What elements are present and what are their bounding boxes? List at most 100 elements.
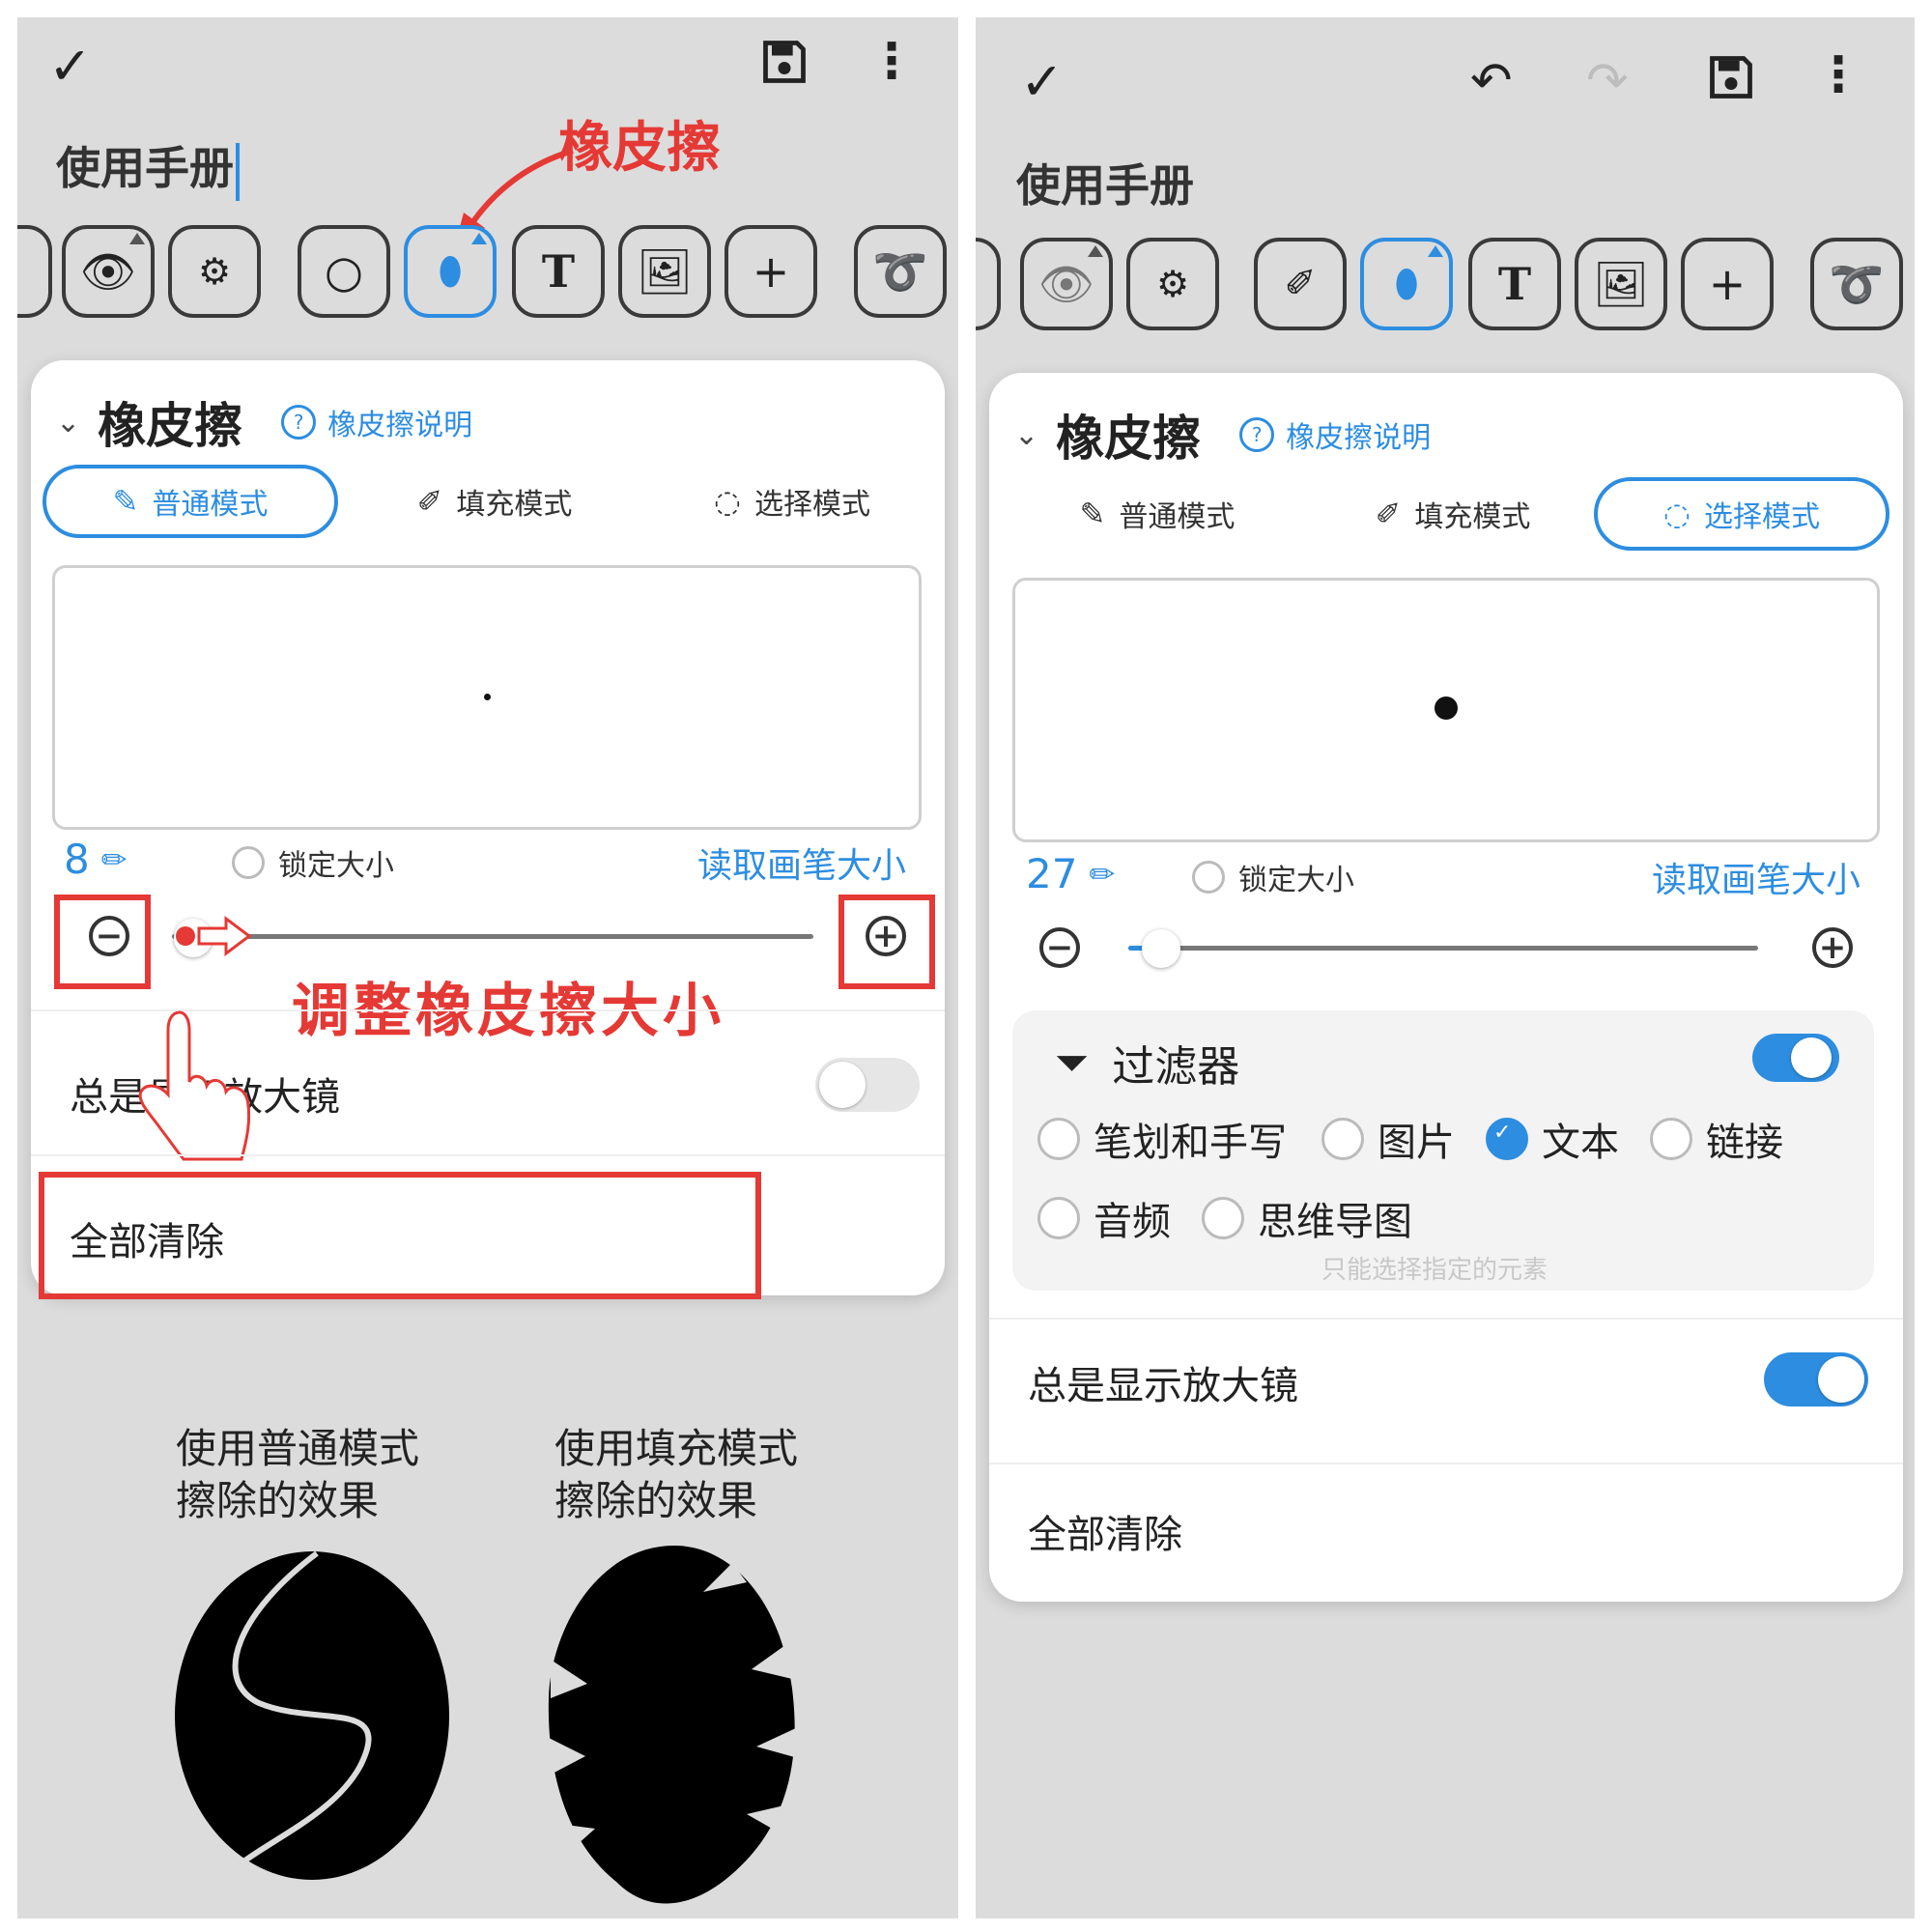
tool-page-settings[interactable]: ⚙: [168, 225, 261, 318]
plus-icon: +: [752, 245, 790, 298]
lock-size[interactable]: 锁定大小: [232, 841, 394, 884]
tool-text[interactable]: T: [1468, 238, 1561, 330]
filter-option-links[interactable]: 链接: [1650, 1111, 1783, 1167]
fill-mode-example: [547, 1546, 798, 1904]
plus-circle-icon[interactable]: +: [1812, 927, 1853, 968]
tool-eraser[interactable]: ⬮: [404, 225, 497, 318]
filter-radio[interactable]: [1037, 1118, 1080, 1160]
mode-select[interactable]: ◌ 选择模式: [647, 465, 937, 538]
magnifier-toggle[interactable]: [1764, 1352, 1868, 1406]
save-icon[interactable]: [759, 37, 810, 96]
size-value[interactable]: 8 ✏: [64, 836, 128, 883]
toggle-knob: [1791, 1037, 1832, 1078]
undo-icon[interactable]: ↶: [1470, 56, 1513, 106]
chevron-down-icon[interactable]: ⌄: [56, 406, 80, 440]
lock-size-label: 锁定大小: [278, 849, 394, 883]
filter-option-strokes[interactable]: 笔划和手写: [1037, 1111, 1287, 1167]
more-icon[interactable]: ⋮: [867, 37, 916, 85]
caption-fill-mode: 使用填充模式 擦除的效果: [554, 1423, 798, 1527]
caption-fill-line2: 擦除的效果: [554, 1477, 758, 1524]
size-slider-track[interactable]: [172, 934, 813, 939]
mode-normal[interactable]: ✎ 普通模式: [43, 465, 338, 538]
size-slider-track[interactable]: [1128, 946, 1758, 951]
redo-icon[interactable]: ↷: [1586, 56, 1629, 106]
tool-lasso[interactable]: ➰: [1810, 238, 1903, 330]
lock-size-radio[interactable]: [232, 846, 265, 879]
toggle-knob: [819, 1062, 866, 1108]
lock-size-radio[interactable]: [1192, 861, 1225, 894]
size-value[interactable]: 27 ✏: [1026, 850, 1115, 897]
panel-header: ⌄ 橡皮擦 ? 橡皮擦说明: [56, 387, 472, 457]
mode-fill[interactable]: ✐ 填充模式: [350, 465, 639, 538]
tool-partial[interactable]: [17, 225, 52, 318]
mode-normal[interactable]: ✎ 普通模式: [1012, 477, 1302, 551]
help-link[interactable]: ? 橡皮擦说明: [1239, 413, 1431, 456]
tool-eye[interactable]: 👁: [62, 225, 155, 318]
fill-eraser-icon: ✐: [416, 483, 443, 520]
filter-radio[interactable]: [1321, 1118, 1364, 1160]
chevron-down-icon[interactable]: ⌄: [1014, 418, 1038, 452]
filter-header: ⏷ 过滤器: [1055, 1032, 1239, 1094]
mode-fill-label: 填充模式: [1414, 500, 1531, 534]
annotation-adjust-size: 调整橡皮擦大小: [292, 978, 724, 1045]
panel-header: ⌄ 橡皮擦 ? 橡皮擦说明: [1014, 400, 1431, 469]
help-link[interactable]: ? 橡皮擦说明: [281, 401, 472, 443]
mode-select[interactable]: ◌ 选择模式: [1594, 477, 1889, 551]
read-pen-size-link[interactable]: 读取画笔大小: [1652, 852, 1861, 902]
more-icon[interactable]: ⋮: [1814, 50, 1862, 99]
filter-option-text[interactable]: 文本: [1486, 1111, 1619, 1167]
tool-add[interactable]: +: [1681, 238, 1774, 330]
filter-section: ⏷ 过滤器 笔划和手写 图片 文本 链接 音频 思维导图 只能选择指定的元素: [1012, 1010, 1874, 1291]
filter-option-mindmap[interactable]: 思维导图: [1202, 1190, 1412, 1246]
eraser-icon: ✎: [112, 483, 139, 520]
document-title[interactable]: 使用手册: [56, 133, 240, 201]
check-icon[interactable]: ✓: [48, 41, 92, 93]
size-preview: [1012, 578, 1880, 842]
mode-fill[interactable]: ✐ 填充模式: [1308, 477, 1598, 551]
document-title[interactable]: 使用手册: [1016, 151, 1194, 214]
check-icon[interactable]: ✓: [1020, 56, 1064, 108]
eye-icon: 👁: [1037, 257, 1095, 310]
mode-fill-label: 填充模式: [456, 488, 573, 522]
save-icon[interactable]: [1706, 52, 1756, 111]
filter-option-audio[interactable]: 音频: [1037, 1190, 1171, 1246]
read-pen-size-link[interactable]: 读取画笔大小: [697, 838, 906, 888]
filter-option-label: 音频: [1094, 1200, 1171, 1244]
mode-select-label: 选择模式: [753, 488, 870, 522]
top-bar: ✓ ⋮: [17, 17, 958, 133]
magnifier-toggle[interactable]: [815, 1058, 920, 1112]
tool-image[interactable]: 🖼: [1575, 238, 1667, 330]
tool-add[interactable]: +: [724, 225, 817, 318]
normal-mode-example: [175, 1550, 449, 1880]
filter-option-images[interactable]: 图片: [1321, 1111, 1455, 1167]
filter-option-label: 图片: [1378, 1121, 1455, 1165]
filter-radio[interactable]: [1202, 1197, 1244, 1239]
help-link-text: 橡皮擦说明: [327, 409, 473, 442]
tool-text[interactable]: T: [512, 225, 605, 318]
tool-eraser[interactable]: ⬮: [1360, 238, 1453, 330]
filter-option-label: 笔划和手写: [1094, 1121, 1287, 1165]
divider: [31, 1154, 945, 1156]
caption-normal-mode: 使用普通模式 擦除的效果: [176, 1423, 419, 1527]
divider: [989, 1318, 1903, 1320]
minus-circle-icon[interactable]: −: [1039, 927, 1080, 968]
tool-shape[interactable]: ○: [298, 225, 390, 318]
tool-partial[interactable]: [976, 238, 1001, 330]
lock-size[interactable]: 锁定大小: [1192, 856, 1354, 898]
filter-radio[interactable]: [1037, 1197, 1080, 1239]
left-screenshot: ✓ ⋮ 使用手册 橡皮擦 👁 ⚙ ○ ⬮ T 🖼 + ➰ ⌄ 橡皮擦 ? 橡皮擦说…: [17, 17, 958, 1918]
filter-radio-checked[interactable]: [1486, 1118, 1528, 1160]
help-icon: ?: [1239, 417, 1275, 452]
filter-radio[interactable]: [1650, 1118, 1692, 1160]
tool-marker[interactable]: ✐: [1254, 238, 1347, 330]
image-icon: 🖼: [636, 244, 694, 298]
size-slider-thumb[interactable]: [1142, 929, 1180, 968]
text-icon: T: [1497, 258, 1532, 310]
filter-toggle[interactable]: [1752, 1034, 1839, 1082]
size-preview: [52, 565, 922, 830]
tool-lasso[interactable]: ➰: [854, 225, 947, 318]
tool-image[interactable]: 🖼: [618, 225, 711, 318]
tool-eye[interactable]: 👁: [1020, 238, 1113, 330]
tool-page-settings[interactable]: ⚙: [1126, 238, 1219, 330]
clear-all-button[interactable]: 全部清除: [1028, 1503, 1182, 1559]
